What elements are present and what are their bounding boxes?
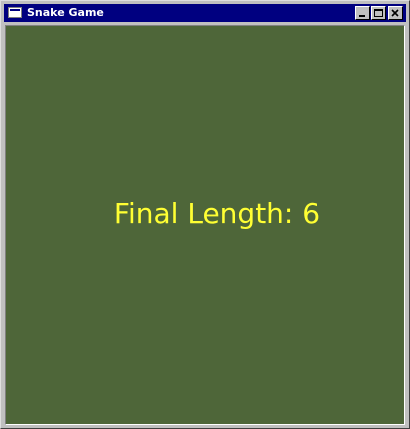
title-bar[interactable]: Snake Game — [4, 4, 406, 22]
game-canvas[interactable]: Final Length: 6 — [5, 25, 405, 425]
window-title: Snake Game — [27, 6, 104, 19]
maximize-icon — [374, 9, 383, 17]
window-icon[interactable] — [8, 7, 22, 18]
maximize-button[interactable] — [371, 6, 386, 20]
minimize-icon — [359, 15, 365, 17]
game-window: Snake Game Final Length: 6 — [0, 0, 410, 429]
final-length-text: Final Length: 6 — [113, 197, 321, 230]
close-button[interactable] — [388, 6, 403, 20]
minimize-button[interactable] — [355, 6, 370, 20]
close-icon — [391, 9, 399, 17]
